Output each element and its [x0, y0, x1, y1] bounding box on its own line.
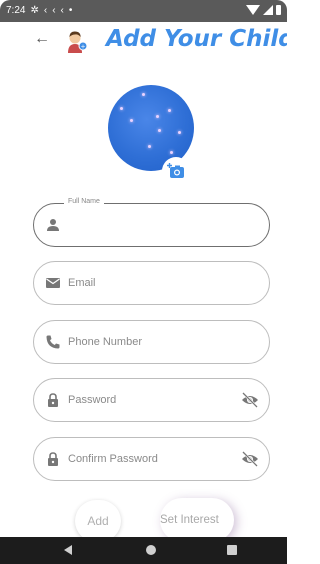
person-icon [47, 219, 59, 231]
add-button[interactable]: Add [75, 500, 121, 542]
phone-field[interactable]: Phone Number [33, 320, 270, 364]
eye-off-icon[interactable] [241, 392, 259, 408]
star-dot [156, 115, 159, 118]
chevron-icon: ‹ [52, 4, 56, 16]
lock-icon [48, 393, 58, 407]
lock-icon [48, 452, 58, 466]
star-dot [120, 107, 123, 110]
star-dot [130, 119, 133, 122]
dot-icon: • [68, 4, 73, 16]
system-nav-bar [0, 537, 287, 564]
status-right [246, 5, 281, 15]
email-icon [46, 278, 60, 288]
password-placeholder: Password [68, 394, 117, 406]
signal-icon [263, 5, 273, 15]
email-field[interactable]: Email [33, 261, 270, 305]
phone-screen: 7:24 ✲ ‹ ‹ ‹ • ← + Add Your Child Full N… [0, 0, 287, 564]
app-header: ← + Add Your Child [0, 22, 287, 62]
child-avatar-icon: + [68, 31, 88, 53]
status-bar: 7:24 ✲ ‹ ‹ ‹ • [0, 0, 287, 22]
confirm-password-field[interactable]: Confirm Password [33, 437, 270, 481]
status-time: 7:24 [6, 5, 26, 16]
chevron-icon: ‹ [43, 4, 48, 16]
email-placeholder: Email [68, 277, 96, 289]
nav-home-icon[interactable] [146, 545, 156, 555]
nav-back-icon[interactable] [64, 545, 72, 555]
confirm-password-placeholder: Confirm Password [68, 453, 158, 465]
full-name-field[interactable]: Full Name [33, 198, 270, 247]
chevron-icon: ‹ [60, 4, 64, 16]
star-dot [148, 145, 151, 148]
star-dot [178, 131, 181, 134]
add-photo-icon [167, 163, 184, 178]
status-left: 7:24 ✲ ‹ ‹ ‹ • [6, 5, 72, 16]
password-field[interactable]: Password [33, 378, 270, 422]
arrow-left-icon[interactable]: ← [34, 30, 50, 48]
full-name-label: Full Name [64, 198, 104, 205]
phone-placeholder: Phone Number [68, 336, 142, 348]
set-interest-button[interactable]: Set Interest [160, 498, 234, 542]
settings-icon: ✲ [30, 4, 39, 16]
phone-icon [46, 335, 60, 349]
battery-icon [276, 5, 281, 15]
nav-recents-icon[interactable] [227, 545, 237, 555]
star-dot [158, 129, 161, 132]
star-dot [142, 93, 145, 96]
eye-off-icon[interactable] [241, 451, 259, 467]
star-dot [168, 109, 171, 112]
svg-text:+: + [80, 44, 85, 51]
star-dot [170, 151, 173, 154]
add-photo-button[interactable] [162, 157, 190, 185]
wifi-icon [246, 5, 260, 15]
page-title: Add Your Child [106, 26, 287, 52]
